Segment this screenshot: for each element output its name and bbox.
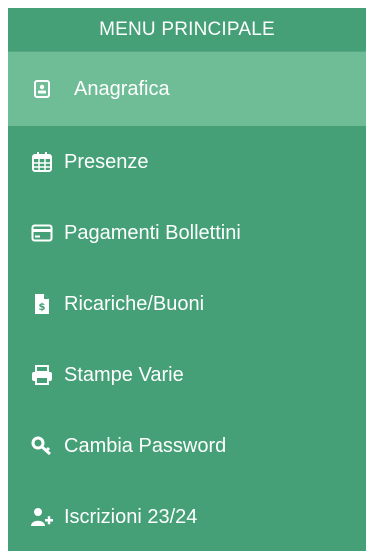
main-menu: MENU PRINCIPALE Anagrafica Presenze Paga… — [8, 8, 366, 551]
menu-item-cambia-password[interactable]: Cambia Password — [8, 410, 366, 481]
menu-item-iscrizioni[interactable]: Iscrizioni 23/24 — [8, 481, 366, 551]
menu-title: MENU PRINCIPALE — [8, 8, 366, 52]
menu-item-presenze[interactable]: Presenze — [8, 126, 366, 197]
menu-item-label: Iscrizioni 23/24 — [64, 505, 198, 528]
calendar-icon — [30, 150, 54, 174]
menu-item-label: Stampe Varie — [64, 363, 184, 386]
menu-item-stampe-varie[interactable]: Stampe Varie — [8, 339, 366, 410]
menu-item-label: Pagamenti Bollettini — [64, 221, 241, 244]
menu-item-label: Anagrafica — [74, 78, 170, 100]
page-frame: MENU PRINCIPALE Anagrafica Presenze Paga… — [0, 0, 366, 551]
menu-item-label: Cambia Password — [64, 434, 227, 457]
svg-text:$: $ — [39, 302, 46, 313]
menu-item-label: Ricariche/Buoni — [64, 292, 205, 315]
menu-item-ricariche-buoni[interactable]: $ Ricariche/Buoni — [8, 268, 366, 339]
id-badge-icon — [30, 77, 54, 101]
menu-item-anagrafica[interactable]: Anagrafica — [8, 52, 366, 126]
user-plus-icon — [30, 505, 54, 529]
credit-card-icon — [30, 221, 54, 245]
menu-item-label: Presenze — [64, 150, 149, 173]
key-icon — [30, 434, 54, 458]
menu-item-pagamenti-bollettini[interactable]: Pagamenti Bollettini — [8, 197, 366, 268]
invoice-dollar-icon: $ — [30, 292, 54, 316]
printer-icon — [30, 363, 54, 387]
